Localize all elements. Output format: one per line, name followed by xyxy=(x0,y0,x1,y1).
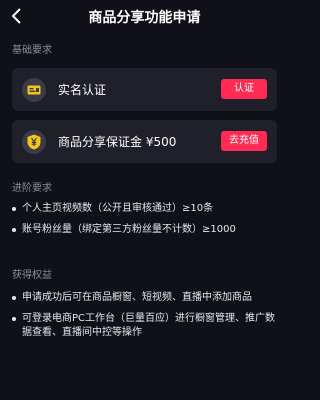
list-item: 个人主页视频数（公开且审核通过）≥10条 xyxy=(12,202,280,216)
advanced-requirements-heading: 进阶要求 xyxy=(12,183,52,194)
real-name-label: 实名认证 xyxy=(58,83,107,97)
benefits-list: 申请成功后可在商品橱窗、短视频、直播中添加商品 可登录电商PC工作台（巨量百应）… xyxy=(12,291,280,347)
bullet-icon xyxy=(12,228,16,232)
deposit-label: 商品分享保证金 ¥500 xyxy=(58,135,177,149)
yuan-shield-icon xyxy=(22,130,46,154)
real-name-card: 实名认证 认证 xyxy=(12,68,277,111)
verify-button[interactable]: 认证 xyxy=(221,79,267,99)
nav-bar: 商品分享功能申请 xyxy=(0,0,289,32)
list-item: 申请成功后可在商品橱窗、短视频、直播中添加商品 xyxy=(12,291,280,305)
id-card-icon xyxy=(22,78,46,102)
page-title: 商品分享功能申请 xyxy=(88,10,201,26)
list-item: 账号粉丝量（绑定第三方粉丝量不计数）≥1000 xyxy=(12,223,280,237)
deposit-card: 商品分享保证金 ¥500 去充值 xyxy=(12,120,277,163)
recharge-button[interactable]: 去充值 xyxy=(221,131,267,151)
bullet-icon xyxy=(12,296,16,300)
advanced-requirements-list: 个人主页视频数（公开且审核通过）≥10条 账号粉丝量（绑定第三方粉丝量不计数）≥… xyxy=(12,202,280,244)
basic-requirements-heading: 基础要求 xyxy=(12,45,52,56)
bullet-icon xyxy=(12,207,16,211)
list-item: 可登录电商PC工作台（巨量百应）进行橱窗管理、推广数据查看、直播间中控等操作 xyxy=(12,312,280,340)
bullet-icon xyxy=(12,317,16,321)
benefits-heading: 获得权益 xyxy=(12,270,52,281)
